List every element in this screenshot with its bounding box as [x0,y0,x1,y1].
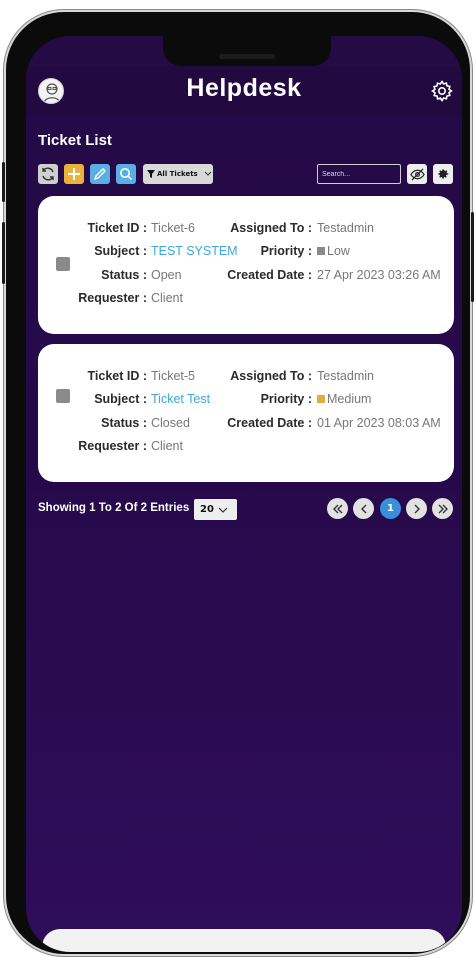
page-1-button[interactable]: 1 [380,498,401,519]
subject-label: Subject : [94,392,147,406]
refresh-button[interactable] [38,164,58,184]
created-date-label: Created Date : [227,416,312,430]
plus-icon [68,168,80,180]
eye-off-icon [409,167,425,181]
add-ticket-button[interactable] [64,164,84,184]
ticket-id-label: Ticket ID : [87,221,147,235]
requester-value: Client [151,291,183,305]
requester-label: Requester : [78,439,147,453]
next-page-icon [414,504,420,513]
page-size-select[interactable]: 20 [194,499,237,520]
bottom-navigation-bar [42,929,446,952]
gear-icon [438,169,449,179]
assigned-to-value: Testadmin [317,221,374,235]
last-page-icon [438,504,448,513]
subject-link[interactable]: Ticket Test [151,392,210,406]
first-page-button[interactable] [327,498,348,519]
assigned-to-value: Testadmin [317,369,374,383]
page-size-value: 20 [200,504,214,515]
status-value: Open [151,268,182,282]
phone-frame: Helpdesk Ticket List All Tickets Search.… [2,12,474,954]
search-icon [120,168,133,181]
ticket-select-checkbox[interactable] [56,389,70,403]
search-button[interactable] [116,164,136,184]
phone-notch [163,36,331,66]
refresh-icon [42,167,54,181]
phone-volume-button [2,222,5,284]
priority-low-swatch [317,247,325,255]
created-date-label: Created Date : [227,268,312,282]
prev-page-icon [360,504,366,513]
priority-value: Medium [317,392,371,406]
page-title: Helpdesk [186,74,302,102]
app-screen: Helpdesk Ticket List All Tickets Search.… [26,36,462,952]
assigned-to-label: Assigned To : [230,221,312,235]
ticket-id-label: Ticket ID : [87,369,147,383]
requester-label: Requester : [78,291,147,305]
ticket-filter-dropdown[interactable]: All Tickets [143,164,213,184]
ticket-card[interactable]: Ticket ID : Ticket-6 Subject : TEST SYST… [38,196,454,334]
ticket-id-value: Ticket-6 [151,221,195,235]
next-page-button[interactable] [406,498,427,519]
edit-icon [93,168,106,181]
priority-medium-swatch [317,395,325,403]
list-settings-button[interactable] [433,164,453,184]
first-page-icon [332,504,342,513]
ticket-card[interactable]: Ticket ID : Ticket-5 Subject : Ticket Te… [38,344,454,482]
priority-text: Low [327,244,350,258]
ticket-list-heading: Ticket List [38,132,112,149]
status-value: Closed [151,416,190,430]
toggle-visibility-button[interactable] [407,164,427,184]
created-date-value: 01 Apr 2023 08:03 AM [317,416,441,430]
filter-icon [147,170,155,178]
entries-summary: Showing 1 To 2 Of 2 Entries [38,502,190,514]
assigned-to-label: Assigned To : [230,369,312,383]
search-input[interactable] [317,164,401,184]
priority-text: Medium [327,392,372,406]
priority-value: Low [317,244,350,258]
subject-label: Subject : [94,244,147,258]
status-label: Status : [101,268,147,282]
phone-power-button [471,212,474,302]
priority-label: Priority : [260,392,312,406]
last-page-button[interactable] [432,498,453,519]
ticket-select-checkbox[interactable] [56,257,70,271]
ticket-id-value: Ticket-5 [151,369,195,383]
prev-page-button[interactable] [353,498,374,519]
chevron-down-icon [204,171,212,176]
edit-button[interactable] [90,164,110,184]
requester-value: Client [151,439,183,453]
subject-link[interactable]: TEST SYSTEM [151,244,238,258]
settings-gear-icon[interactable] [430,79,454,103]
priority-label: Priority : [260,244,312,258]
ticket-filter-label: All Tickets [157,170,198,178]
created-date-value: 27 Apr 2023 03:26 AM [317,268,441,282]
chevron-down-icon [218,507,228,513]
phone-side-button [2,162,5,202]
status-label: Status : [101,416,147,430]
